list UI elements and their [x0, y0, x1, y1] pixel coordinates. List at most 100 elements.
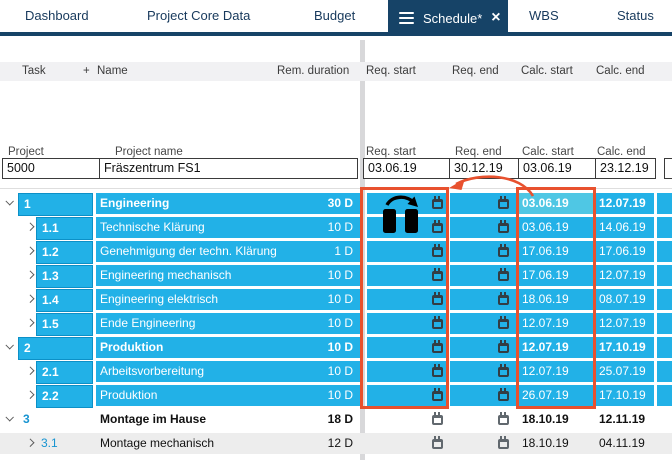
task-id-cell[interactable]: 3.1 [36, 433, 93, 456]
req-start-cell[interactable] [367, 241, 448, 262]
req-end-cell[interactable] [450, 337, 516, 358]
task-name-cell[interactable]: Engineering mechanisch 10 D [96, 265, 360, 286]
task-row-1-3[interactable]: 1.3 Engineering mechanisch 10 D 17.06.19… [0, 265, 672, 286]
task-row-1-1[interactable]: 1.1 Technische Klärung 10 D 03.06.19 14.… [0, 217, 672, 238]
calc-start-cell[interactable]: 12.07.19 [519, 313, 593, 334]
calc-end-cell[interactable]: 08.07.19 [596, 289, 654, 310]
req-end-cell[interactable] [450, 265, 516, 286]
calendar-icon[interactable] [498, 295, 509, 305]
calendar-icon[interactable] [432, 367, 443, 377]
calendar-icon[interactable] [432, 319, 443, 329]
task-name-cell[interactable]: Engineering 30 D [96, 193, 360, 214]
project-req-start-field[interactable]: 03.06.19 [363, 158, 450, 179]
calc-start-cell[interactable]: 12.07.19 [519, 337, 593, 358]
task-id-cell[interactable]: 3 [18, 409, 93, 432]
project-calc-end-field[interactable]: 23.12.19 [595, 158, 656, 179]
project-name-field[interactable]: Fräszentrum FS1 [99, 158, 358, 179]
calendar-icon[interactable] [498, 343, 509, 353]
task-row-2-2[interactable]: 2.2 Produktion 10 D 26.07.19 17.10.19 [0, 385, 672, 406]
calc-start-cell[interactable]: 18.10.19 [519, 433, 593, 454]
task-name-cell[interactable]: Produktion 10 D [96, 337, 360, 358]
calendar-icon[interactable] [432, 439, 443, 449]
calendar-icon[interactable] [432, 295, 443, 305]
task-id-cell[interactable]: 1.4 [36, 289, 93, 312]
task-row-1[interactable]: 1 Engineering 30 D 03.06.19 12.07.19 [0, 193, 672, 214]
calendar-icon[interactable] [432, 415, 443, 425]
task-id-cell[interactable]: 2 [18, 337, 93, 360]
task-id-cell[interactable]: 1.1 [36, 217, 93, 240]
project-id-field[interactable]: 5000 [2, 158, 100, 179]
task-name-cell[interactable]: Montage im Hause 18 D [96, 409, 360, 430]
calc-start-cell[interactable]: 03.06.19 [519, 217, 593, 238]
req-end-cell[interactable] [450, 289, 516, 310]
task-id-cell[interactable]: 1 [18, 193, 93, 216]
task-id-cell[interactable]: 1.2 [36, 241, 93, 264]
req-start-cell[interactable] [367, 265, 448, 286]
task-row-2[interactable]: 2 Produktion 10 D 12.07.19 17.10.19 [0, 337, 672, 358]
req-end-cell[interactable] [450, 217, 516, 238]
req-start-cell[interactable] [367, 289, 448, 310]
req-end-cell[interactable] [450, 193, 516, 214]
tab-dashboard[interactable]: Dashboard [25, 0, 89, 32]
req-start-cell[interactable] [367, 193, 448, 214]
task-id-cell[interactable]: 1.5 [36, 313, 93, 336]
req-start-cell[interactable] [367, 409, 448, 430]
calendar-icon[interactable] [498, 319, 509, 329]
task-row-2-1[interactable]: 2.1 Arbeitsvorbereitung 10 D 12.07.19 25… [0, 361, 672, 382]
calc-start-cell[interactable]: 18.06.19 [519, 289, 593, 310]
task-name-cell[interactable]: Produktion 10 D [96, 385, 360, 406]
req-start-cell[interactable] [367, 337, 448, 358]
calc-end-cell[interactable]: 17.10.19 [596, 385, 654, 406]
task-row-1-2[interactable]: 1.2 Genehmigung der techn. Klärung 1 D 1… [0, 241, 672, 262]
hamburger-icon[interactable] [399, 9, 414, 27]
calendar-icon[interactable] [498, 391, 509, 401]
task-row-3[interactable]: 3 Montage im Hause 18 D 18.10.19 12.11.1… [0, 409, 672, 430]
req-end-cell[interactable] [450, 385, 516, 406]
req-start-cell[interactable] [367, 313, 448, 334]
add-column-icon[interactable]: + [83, 65, 90, 77]
calc-end-cell[interactable]: 17.06.19 [596, 241, 654, 262]
project-extra-field[interactable] [664, 158, 672, 179]
calendar-icon[interactable] [498, 199, 509, 209]
chevron-down-icon[interactable] [6, 415, 15, 424]
tab-wbs[interactable]: WBS [529, 0, 559, 32]
calc-end-cell[interactable]: 12.11.19 [596, 409, 654, 430]
calendar-icon[interactable] [432, 199, 443, 209]
req-start-cell[interactable] [367, 361, 448, 382]
req-end-cell[interactable] [450, 409, 516, 430]
close-icon[interactable]: × [491, 10, 500, 26]
calc-start-cell[interactable]: 26.07.19 [519, 385, 593, 406]
calendar-icon[interactable] [498, 223, 509, 233]
tab-project-core-data[interactable]: Project Core Data [147, 0, 250, 32]
calc-start-cell[interactable]: 18.10.19 [519, 409, 593, 430]
task-row-1-4[interactable]: 1.4 Engineering elektrisch 10 D 18.06.19… [0, 289, 672, 310]
calendar-icon[interactable] [498, 415, 509, 425]
calc-end-cell[interactable]: 12.07.19 [596, 265, 654, 286]
calc-end-cell[interactable]: 17.10.19 [596, 337, 654, 358]
calc-start-cell[interactable]: 17.06.19 [519, 265, 593, 286]
task-id-cell[interactable]: 1.3 [36, 265, 93, 288]
task-id-cell[interactable]: 2.1 [36, 361, 93, 384]
calc-start-cell[interactable]: 03.06.19 [519, 193, 593, 214]
task-name-cell[interactable]: Arbeitsvorbereitung 10 D [96, 361, 360, 382]
chevron-down-icon[interactable] [6, 343, 15, 352]
calendar-icon[interactable] [432, 343, 443, 353]
task-name-cell[interactable]: Genehmigung der techn. Klärung 1 D [96, 241, 360, 262]
calendar-icon[interactable] [498, 367, 509, 377]
calendar-icon[interactable] [498, 247, 509, 257]
task-name-cell[interactable]: Technische Klärung 10 D [96, 217, 360, 238]
task-name-cell[interactable]: Montage mechanisch 12 D [96, 433, 360, 454]
task-name-cell[interactable]: Ende Engineering 10 D [96, 313, 360, 334]
tab-budget[interactable]: Budget [314, 0, 355, 32]
calendar-icon[interactable] [432, 271, 443, 281]
task-row-1-5[interactable]: 1.5 Ende Engineering 10 D 12.07.19 12.07… [0, 313, 672, 334]
tab-schedule-active[interactable]: Schedule* × [388, 0, 508, 36]
calendar-icon[interactable] [498, 271, 509, 281]
req-end-cell[interactable] [450, 433, 516, 454]
req-end-cell[interactable] [450, 361, 516, 382]
calc-end-cell[interactable]: 12.07.19 [596, 193, 654, 214]
calendar-icon[interactable] [432, 247, 443, 257]
req-end-cell[interactable] [450, 241, 516, 262]
chevron-down-icon[interactable] [6, 199, 15, 208]
project-calc-start-field[interactable]: 03.06.19 [518, 158, 596, 179]
